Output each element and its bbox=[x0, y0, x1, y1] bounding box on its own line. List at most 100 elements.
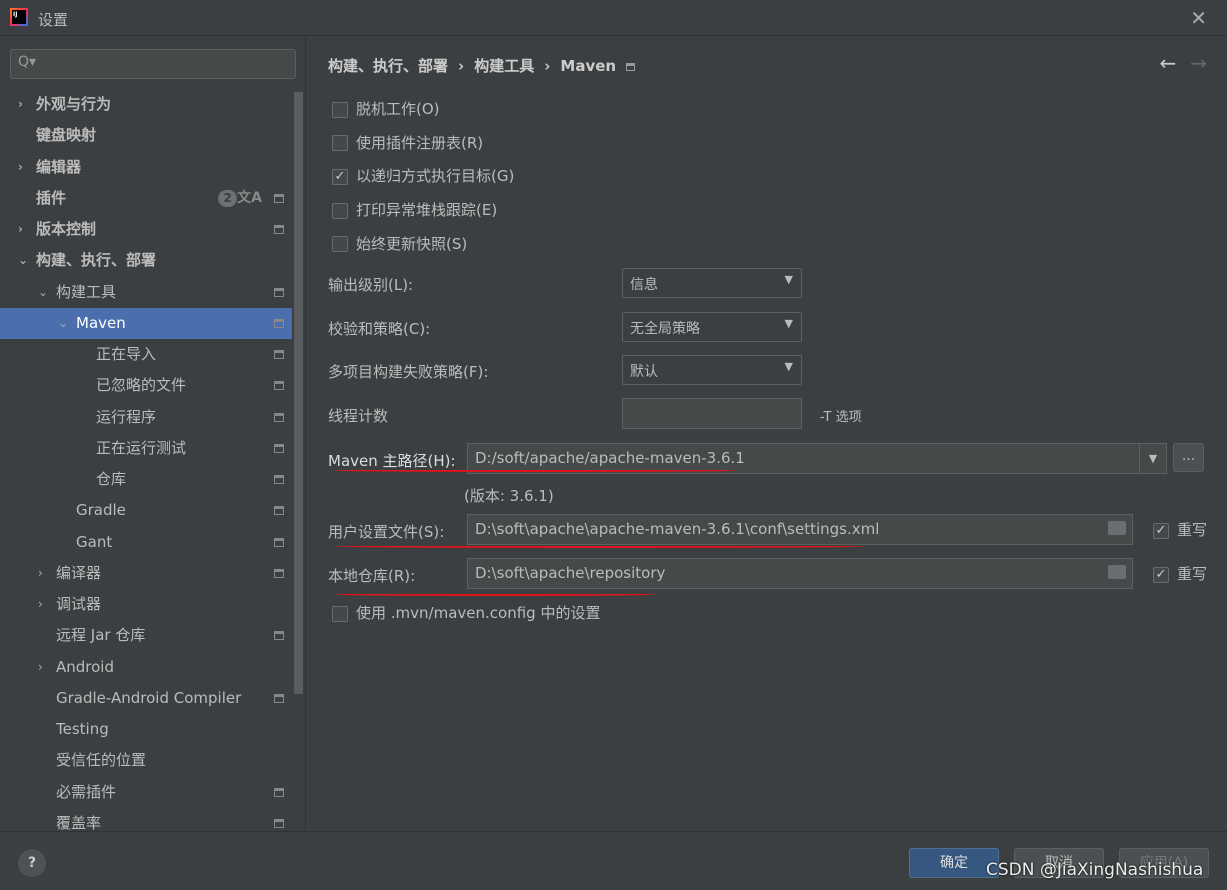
sidebar-item[interactable]: ⌄ 构建工具 bbox=[0, 277, 292, 308]
sidebar-item[interactable]: › Android bbox=[0, 652, 292, 683]
chevron-icon[interactable]: › bbox=[38, 589, 43, 620]
user-settings-value: D:\soft\apache\apache-maven-3.6.1\conf\s… bbox=[475, 520, 880, 538]
chevron-icon[interactable]: ⌄ bbox=[58, 308, 68, 339]
sidebar-item[interactable]: 仓库 bbox=[0, 464, 292, 495]
sidebar-item-label: 受信任的位置 bbox=[56, 751, 147, 770]
sidebar-item[interactable]: › 编译器 bbox=[0, 558, 292, 589]
sidebar-item[interactable]: 已忽略的文件 bbox=[0, 370, 292, 401]
sidebar-item[interactable]: Testing bbox=[0, 714, 292, 745]
sidebar-item[interactable]: › 外观与行为 bbox=[0, 89, 292, 120]
sidebar-item[interactable]: 运行程序 bbox=[0, 402, 292, 433]
user-settings-input[interactable]: D:\soft\apache\apache-maven-3.6.1\conf\s… bbox=[467, 514, 1133, 545]
project-scope-icon bbox=[274, 287, 284, 297]
breadcrumb-separator: › bbox=[544, 57, 551, 75]
project-scope-icon bbox=[274, 693, 284, 703]
mvn-config-checkbox[interactable]: 使用 .mvn/maven.config 中的设置 bbox=[332, 603, 600, 623]
select-value: 无全局策略 bbox=[630, 321, 700, 337]
sidebar-item[interactable]: 插件 2 文A bbox=[0, 183, 292, 214]
sidebar-item-label: 构建、执行、部署 bbox=[36, 251, 157, 270]
project-scope-icon bbox=[274, 193, 284, 203]
sidebar-item-label: 已忽略的文件 bbox=[96, 376, 187, 395]
fail-policy-select[interactable]: 默认 ▼ bbox=[622, 355, 802, 385]
option-checkbox[interactable]: ✓ 以递归方式执行目标(G) bbox=[332, 166, 514, 186]
local-repo-override-checkbox[interactable]: ✓ 重写 bbox=[1153, 564, 1207, 584]
sidebar-item[interactable]: 受信任的位置 bbox=[0, 745, 292, 776]
local-repo-label: 本地仓库(R): bbox=[328, 567, 416, 585]
red-underline bbox=[335, 593, 655, 596]
breadcrumb-separator: › bbox=[458, 57, 465, 75]
sidebar-item[interactable]: 正在导入 bbox=[0, 339, 292, 370]
option-checkbox[interactable]: 始终更新快照(S) bbox=[332, 234, 467, 254]
chevron-down-icon: ▼ bbox=[784, 360, 793, 373]
sidebar-item-label: 编译器 bbox=[56, 563, 102, 582]
project-scope-icon bbox=[274, 381, 284, 391]
checkbox-label: 打印异常堆栈跟踪(E) bbox=[356, 201, 498, 220]
maven-settings-panel: 构建、执行、部署 › 构建工具 › Maven ← → 脱机工作(O) 使用插件注册表(R)… bbox=[307, 37, 1227, 831]
checkbox-icon bbox=[332, 202, 348, 219]
dialog-footer: ? 确定 取消 应用(A) CSDN @JiaXingNashishua bbox=[0, 831, 1227, 890]
chevron-icon[interactable]: › bbox=[18, 89, 23, 120]
back-arrow-icon[interactable]: ← bbox=[1159, 51, 1176, 75]
project-scope-icon bbox=[274, 787, 284, 797]
browse-button[interactable]: ... bbox=[1173, 443, 1204, 472]
sidebar-item[interactable]: ⌄ Maven bbox=[0, 307, 292, 339]
breadcrumb-item[interactable]: 构建、执行、部署 bbox=[328, 57, 448, 75]
output-level-select[interactable]: 信息 ▼ bbox=[622, 268, 802, 298]
sidebar-item[interactable]: Gradle-Android Compiler bbox=[0, 683, 292, 714]
red-underline bbox=[333, 469, 737, 472]
sidebar-item[interactable]: › 调试器 bbox=[0, 589, 292, 620]
breadcrumb-item[interactable]: 构建工具 bbox=[474, 57, 534, 75]
user-settings-override-checkbox[interactable]: ✓ 重写 bbox=[1153, 520, 1207, 540]
select-value: 默认 bbox=[630, 364, 658, 380]
sidebar-item[interactable]: Gradle bbox=[0, 495, 292, 526]
sidebar-item[interactable]: › 版本控制 bbox=[0, 214, 292, 245]
option-checkbox[interactable]: 脱机工作(O) bbox=[332, 99, 440, 119]
chevron-icon[interactable]: › bbox=[38, 558, 43, 589]
user-settings-label: 用户设置文件(S): bbox=[328, 523, 445, 541]
sidebar-item-label: 构建工具 bbox=[56, 282, 117, 301]
chevron-icon[interactable]: › bbox=[18, 152, 23, 183]
sidebar-scrollbar[interactable] bbox=[294, 92, 303, 694]
close-icon[interactable]: ✕ bbox=[1190, 6, 1207, 30]
sidebar-item[interactable]: 键盘映射 bbox=[0, 120, 292, 151]
option-checkbox[interactable]: 使用插件注册表(R) bbox=[332, 133, 483, 153]
chevron-down-icon[interactable]: ▼ bbox=[1139, 444, 1166, 473]
sidebar-item-label: Maven bbox=[76, 313, 126, 332]
sidebar-item[interactable]: 必需插件 bbox=[0, 777, 292, 808]
chevron-icon[interactable]: ⌄ bbox=[38, 277, 48, 308]
mvn-config-label: 使用 .mvn/maven.config 中的设置 bbox=[356, 604, 601, 622]
help-button[interactable]: ? bbox=[18, 849, 46, 877]
sidebar-item-label: Gant bbox=[76, 532, 113, 551]
local-repo-input[interactable]: D:\soft\apache\repository bbox=[467, 558, 1133, 589]
project-scope-icon bbox=[274, 350, 284, 359]
chevron-icon[interactable]: › bbox=[38, 652, 43, 683]
checkbox-label: 以递归方式执行目标(G) bbox=[356, 167, 515, 186]
sidebar-item[interactable]: Gant bbox=[0, 527, 292, 558]
maven-version-label: (版本: 3.6.1) bbox=[464, 487, 554, 505]
sidebar-item-label: 调试器 bbox=[56, 595, 102, 613]
project-scope-icon bbox=[274, 568, 284, 578]
folder-icon[interactable] bbox=[1108, 521, 1126, 535]
maven-home-value: D:/soft/apache/apache-maven-3.6.1 bbox=[475, 449, 745, 467]
sidebar-item[interactable]: › 编辑器 bbox=[0, 152, 292, 183]
chevron-icon[interactable]: ⌄ bbox=[18, 245, 28, 276]
checkbox-icon bbox=[332, 236, 348, 253]
checkbox-icon bbox=[332, 101, 348, 118]
sidebar-item[interactable]: 正在运行测试 bbox=[0, 433, 292, 464]
window-title: 设置 bbox=[38, 11, 69, 29]
sidebar-item-label: 插件 bbox=[36, 188, 67, 207]
sidebar-item[interactable]: 远程 Jar 仓库 bbox=[0, 620, 292, 651]
checksum-policy-select[interactable]: 无全局策略 ▼ bbox=[622, 312, 802, 342]
option-checkbox[interactable]: 打印异常堆栈跟踪(E) bbox=[332, 200, 497, 220]
forward-arrow-icon[interactable]: → bbox=[1190, 51, 1207, 75]
sidebar-item-label: 外观与行为 bbox=[36, 95, 112, 113]
maven-home-label: Maven 主路径(H): bbox=[328, 452, 456, 470]
folder-icon[interactable] bbox=[1108, 565, 1126, 579]
sidebar-item[interactable]: ⌄ 构建、执行、部署 bbox=[0, 245, 292, 276]
chevron-icon[interactable]: › bbox=[18, 214, 23, 245]
thread-count-input[interactable] bbox=[622, 398, 802, 429]
project-scope-icon bbox=[274, 631, 284, 641]
checkbox-label: 始终更新快照(S) bbox=[356, 234, 468, 253]
update-count-badge: 2 bbox=[218, 189, 237, 207]
search-input[interactable]: Q▾ bbox=[10, 49, 296, 79]
